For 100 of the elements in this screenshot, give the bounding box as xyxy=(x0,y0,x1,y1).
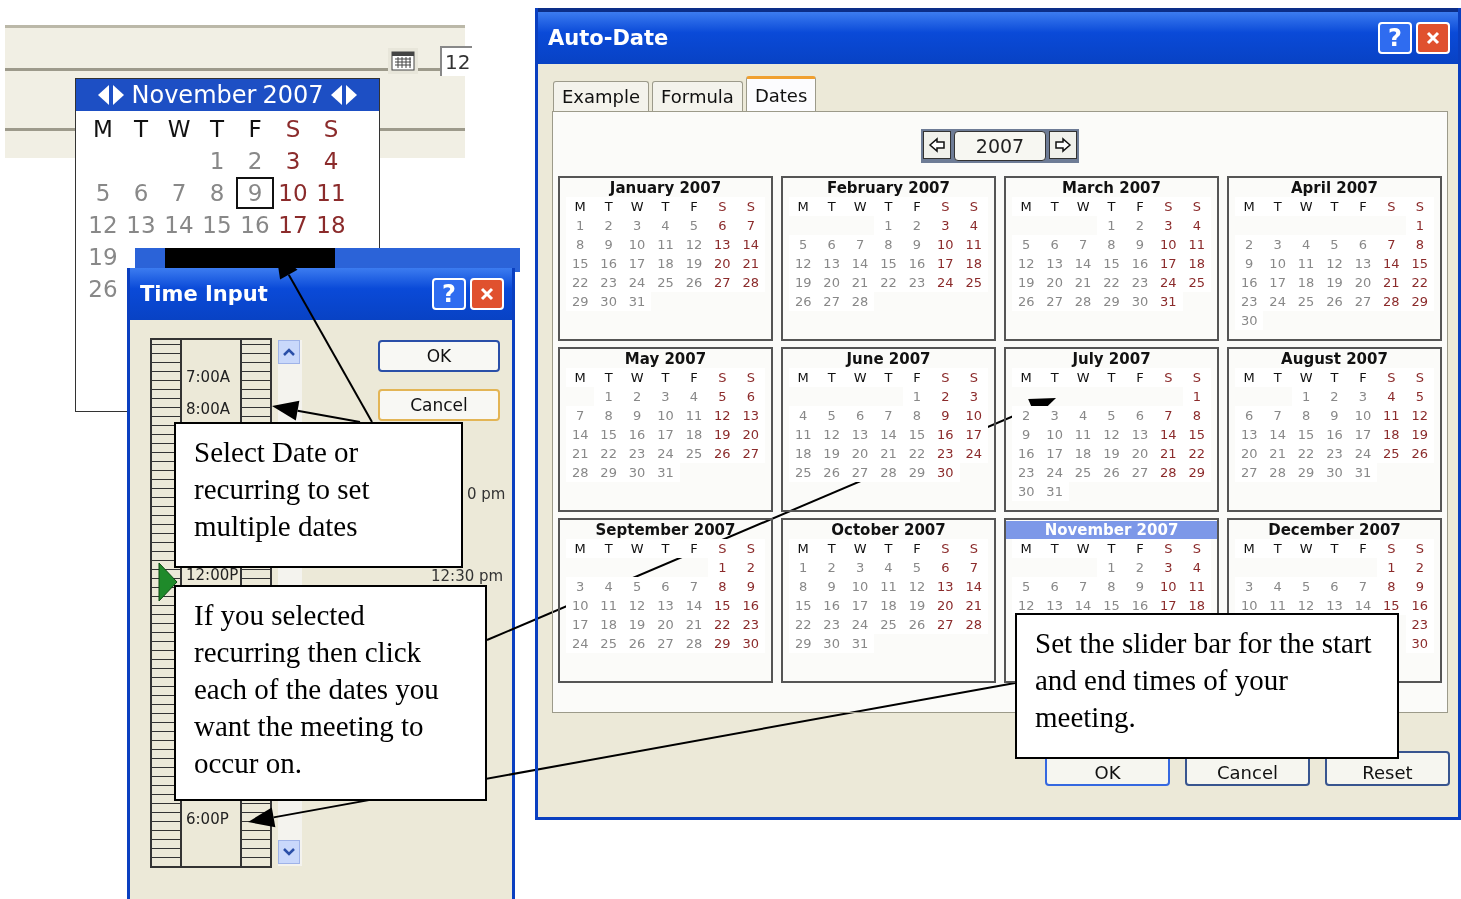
calendar-day[interactable]: 4 xyxy=(679,387,709,406)
calendar-day[interactable]: 25 xyxy=(651,273,680,292)
calendar-day[interactable]: 18 xyxy=(789,444,818,463)
calendar-day[interactable]: 22 xyxy=(708,615,737,634)
calendar-day[interactable]: 29 xyxy=(566,292,595,311)
calendar-day[interactable]: 15 xyxy=(874,254,903,273)
calendar-day[interactable]: 17 xyxy=(622,254,652,273)
calendar-day[interactable]: 19 xyxy=(817,444,846,463)
calendar-day[interactable]: 13 xyxy=(122,209,160,241)
calendar-day[interactable]: 9 xyxy=(1125,577,1155,596)
calendar-day[interactable]: 9 xyxy=(1235,254,1264,273)
calendar-day[interactable]: 19 xyxy=(789,273,818,292)
calendar-day[interactable]: 24 xyxy=(1263,292,1292,311)
calendar-day[interactable]: 17 xyxy=(651,425,680,444)
calendar-day[interactable]: 7 xyxy=(1154,406,1183,425)
month-title[interactable]: July 2007 xyxy=(1012,350,1211,368)
calendar-day[interactable]: 19 xyxy=(1405,425,1434,444)
calendar-day[interactable]: 1 xyxy=(708,558,737,577)
year-field[interactable]: 2007 xyxy=(954,131,1046,161)
month-title[interactable]: January 2007 xyxy=(566,179,765,197)
calendar-day[interactable]: 6 xyxy=(1235,406,1264,425)
calendar-day[interactable]: 4 xyxy=(1182,558,1211,577)
calendar-day[interactable]: 2 xyxy=(1235,235,1264,254)
calendar-day[interactable]: 20 xyxy=(845,444,875,463)
calendar-day[interactable]: 14 xyxy=(1068,254,1098,273)
calendar-day[interactable]: 26 xyxy=(902,615,932,634)
calendar-day[interactable]: 14 xyxy=(874,425,903,444)
tab[interactable]: Example xyxy=(553,81,650,111)
calendar-day[interactable]: 10 xyxy=(1040,425,1069,444)
calendar-day[interactable]: 16 xyxy=(1405,596,1434,615)
calendar-day[interactable]: 15 xyxy=(789,596,818,615)
calendar-day[interactable]: 14 xyxy=(1377,254,1406,273)
calendar-day[interactable]: 7 xyxy=(959,558,988,577)
calendar-day[interactable]: 18 xyxy=(312,209,350,241)
calendar-day[interactable]: 30 xyxy=(736,634,765,653)
calendar-day[interactable]: 1 xyxy=(1377,558,1406,577)
calendar-day[interactable]: 22 xyxy=(874,273,903,292)
calendar-day[interactable]: 10 xyxy=(1154,577,1183,596)
calendar-day[interactable]: 23 xyxy=(1125,273,1155,292)
calendar-day[interactable]: 14 xyxy=(160,209,198,241)
calendar-day[interactable]: 4 xyxy=(1291,235,1321,254)
calendar-day[interactable]: 21 xyxy=(959,596,988,615)
calendar-day[interactable]: 16 xyxy=(622,425,652,444)
calendar-day[interactable]: 24 xyxy=(566,634,595,653)
calendar-day[interactable]: 14 xyxy=(1263,425,1292,444)
calendar-day[interactable]: 9 xyxy=(1405,577,1434,596)
calendar-day[interactable]: 27 xyxy=(817,292,846,311)
calendar-day[interactable]: 12 xyxy=(1012,596,1041,615)
calendar-day[interactable]: 6 xyxy=(817,235,846,254)
calendar-day[interactable]: 19 xyxy=(1320,273,1349,292)
calendar-day[interactable]: 11 xyxy=(1263,596,1292,615)
calendar-day[interactable]: 3 xyxy=(1154,558,1183,577)
calendar-day[interactable]: 3 xyxy=(959,387,988,406)
calendar-day[interactable]: 20 xyxy=(1348,273,1378,292)
calendar-day[interactable]: 23 xyxy=(622,444,652,463)
calendar-day[interactable]: 24 xyxy=(959,444,988,463)
calendar-day[interactable]: 20 xyxy=(817,273,846,292)
calendar-day[interactable]: 10 xyxy=(959,406,988,425)
calendar-day[interactable]: 16 xyxy=(1320,425,1349,444)
calendar-day[interactable]: 25 xyxy=(1291,292,1321,311)
calendar-day[interactable]: 17 xyxy=(1263,273,1292,292)
input-field[interactable]: 12 xyxy=(440,46,472,76)
calendar-day[interactable]: 7 xyxy=(1348,577,1378,596)
calendar-day[interactable]: 18 xyxy=(651,254,680,273)
calendar-day[interactable]: 24 xyxy=(931,273,960,292)
calendar-day[interactable]: 19 xyxy=(1012,273,1041,292)
calendar-day[interactable]: 6 xyxy=(931,558,960,577)
calendar-day[interactable]: 24 xyxy=(651,444,680,463)
calendar-day[interactable]: 30 xyxy=(622,463,652,482)
calendar-day[interactable]: 24 xyxy=(1154,273,1183,292)
calendar-day[interactable]: 6 xyxy=(708,216,737,235)
calendar-day[interactable]: 2 xyxy=(1125,558,1155,577)
calendar-day[interactable]: 23 xyxy=(1235,292,1264,311)
calendar-day[interactable]: 7 xyxy=(1068,577,1098,596)
calendar-day[interactable]: 7 xyxy=(679,577,709,596)
calendar-day[interactable]: 16 xyxy=(931,425,960,444)
calendar-day[interactable]: 6 xyxy=(1125,406,1155,425)
calendar-day[interactable]: 4 xyxy=(1068,406,1098,425)
calendar-day[interactable]: 26 xyxy=(1012,292,1041,311)
month-title[interactable]: September 2007 xyxy=(566,521,765,539)
calendar-day[interactable]: 5 xyxy=(84,177,122,209)
calendar-day[interactable]: 9 xyxy=(1125,235,1155,254)
calendar-day[interactable]: 12 xyxy=(708,406,737,425)
calendar-day[interactable]: 8 xyxy=(1097,235,1126,254)
calendar-day[interactable]: 29 xyxy=(1182,463,1211,482)
calendar-day[interactable]: 26 xyxy=(1405,444,1434,463)
calendar-day[interactable]: 3 xyxy=(1263,235,1292,254)
calendar-day[interactable]: 10 xyxy=(931,235,960,254)
calendar-day[interactable]: 3 xyxy=(1040,406,1069,425)
calendar-day[interactable]: 26 xyxy=(622,634,652,653)
calendar-day[interactable]: 3 xyxy=(1154,216,1183,235)
calendar-day[interactable]: 8 xyxy=(594,406,623,425)
calendar-day[interactable]: 11 xyxy=(1291,254,1321,273)
calendar-day[interactable]: 18 xyxy=(1377,425,1406,444)
calendar-day[interactable]: 2 xyxy=(1405,558,1434,577)
calendar-day[interactable]: 23 xyxy=(902,273,932,292)
cancel-button[interactable]: Cancel xyxy=(378,389,500,421)
calendar-day[interactable]: 28 xyxy=(1377,292,1406,311)
calendar-day[interactable]: 24 xyxy=(1040,463,1069,482)
calendar-day[interactable]: 11 xyxy=(594,596,623,615)
